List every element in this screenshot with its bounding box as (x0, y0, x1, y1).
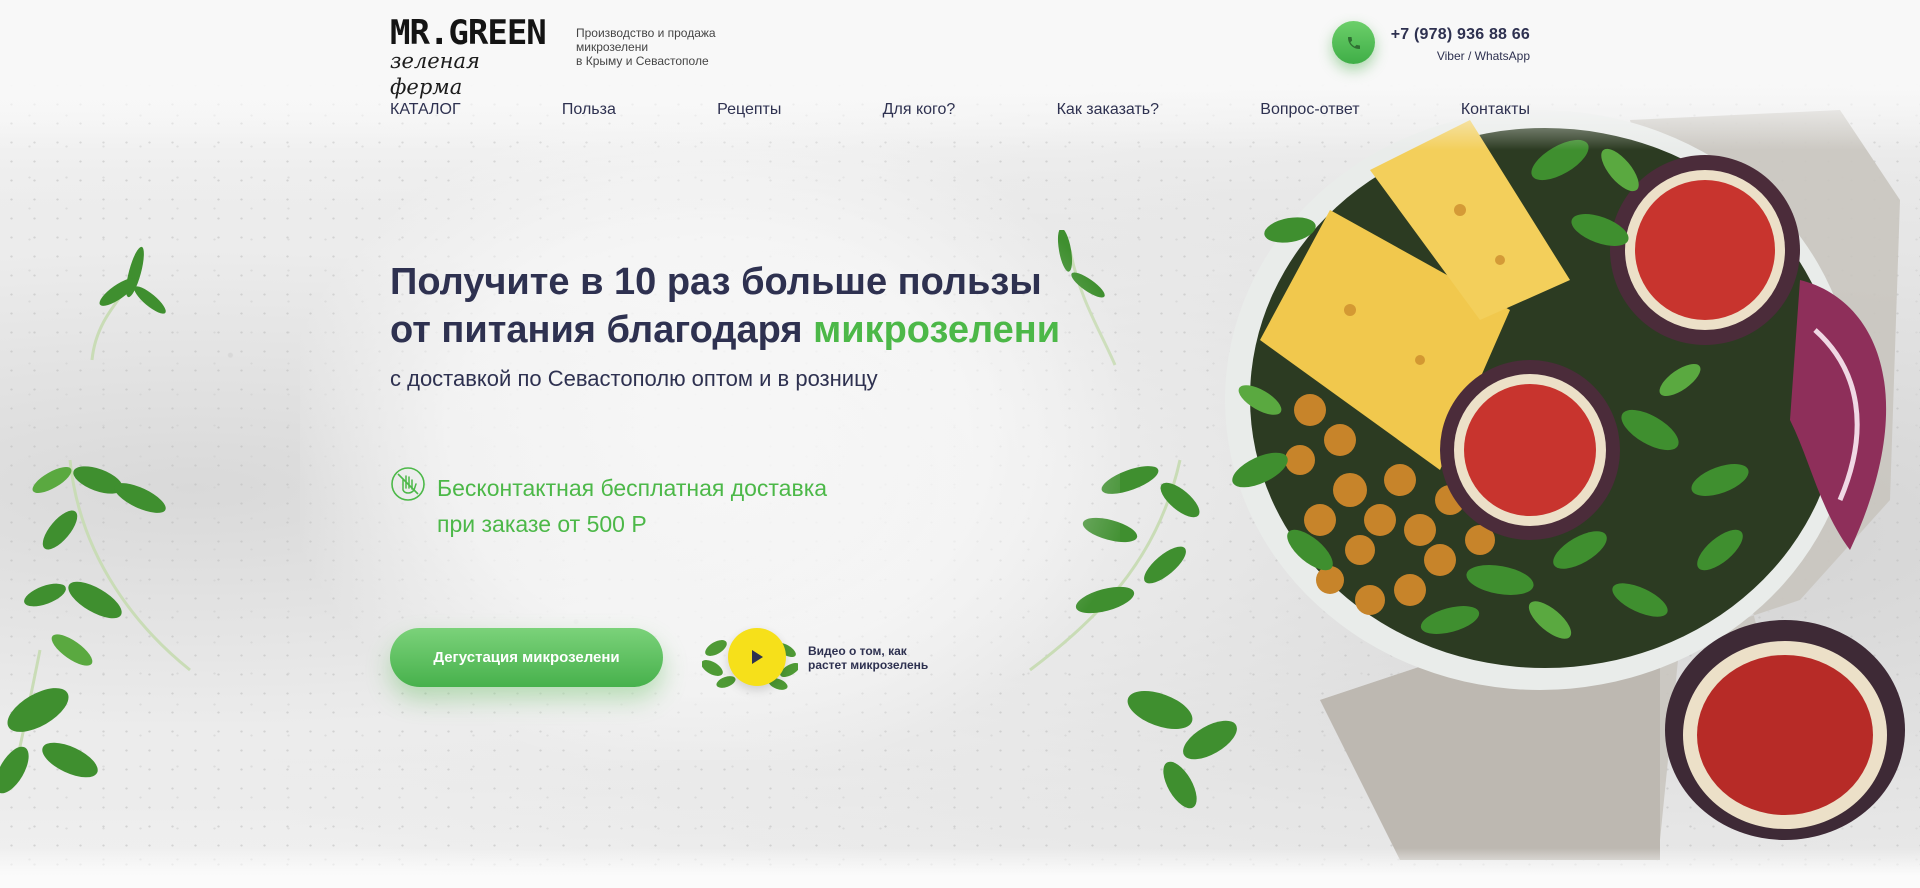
phone-call-button[interactable] (1332, 21, 1375, 64)
main-nav: КАТАЛОГ Польза Рецепты Для кого? Как зак… (390, 101, 1530, 119)
delivery-line: Бесконтактная бесплатная доставка (437, 475, 828, 501)
nav-item-benefits[interactable]: Польза (562, 101, 616, 119)
microgreens-left-decoration (0, 246, 191, 794)
tagline-line: микрозелени (576, 40, 649, 54)
hero-title-line2: от питания благодаря микрозелени (390, 306, 1130, 354)
video-caption: Видео о том, как растет микрозелень (808, 644, 948, 672)
video-link[interactable]: Видео о том, как растет микрозелень (702, 624, 942, 690)
salad-bowl-image (1225, 110, 1905, 860)
nav-item-how-to-order[interactable]: Как заказать? (1057, 101, 1159, 119)
video-caption-line: растет микрозелень (808, 658, 929, 672)
delivery-line: при заказе от 500 Р (437, 511, 647, 537)
hero-title-line1: Получите в 10 раз больше пользы (390, 261, 1042, 303)
hand-no-touch-icon (391, 467, 425, 501)
tasting-button[interactable]: Дегустация микрозелени (390, 628, 663, 687)
nav-item-catalog[interactable]: КАТАЛОГ (390, 101, 461, 119)
nav-item-recipes[interactable]: Рецепты (717, 101, 781, 119)
tagline-line: в Крыму и Севастополе (576, 54, 709, 68)
phone-number-link[interactable]: +7 (978) 936 88 66 (1391, 26, 1530, 44)
hero-subtitle: с доставкой по Севастополю оптом и в роз… (390, 366, 878, 391)
hero-title-accent: микрозелени (813, 309, 1061, 351)
phone-icon (1347, 36, 1360, 49)
nav-item-for-whom[interactable]: Для кого? (883, 101, 956, 119)
logo-wordmark: MR.GREEN (390, 13, 547, 53)
messenger-note: Viber / WhatsApp (1436, 49, 1530, 63)
nav-item-faq[interactable]: Вопрос-ответ (1260, 101, 1359, 119)
logo-subtitle: зеленая ферма (390, 49, 480, 99)
bottom-strip (0, 848, 1920, 888)
site-header: MR.GREEN зеленая ферма Производство и пр… (390, 13, 1530, 99)
brand-logo[interactable]: MR.GREEN зеленая ферма (390, 13, 552, 99)
play-icon (752, 650, 763, 664)
hero-title-prefix: от питания благодаря (390, 309, 814, 351)
video-caption-line: Видео о том, как (808, 644, 907, 658)
brand-tagline: Производство и продажа микрозелени в Кры… (576, 26, 746, 68)
delivery-text: Бесконтактная бесплатная доставка при за… (437, 470, 937, 542)
play-button[interactable] (728, 628, 786, 686)
hero-title: Получите в 10 раз больше пользы от питан… (390, 258, 1130, 354)
tagline-line: Производство и продажа (576, 26, 716, 40)
nav-item-contacts[interactable]: Контакты (1461, 101, 1530, 119)
